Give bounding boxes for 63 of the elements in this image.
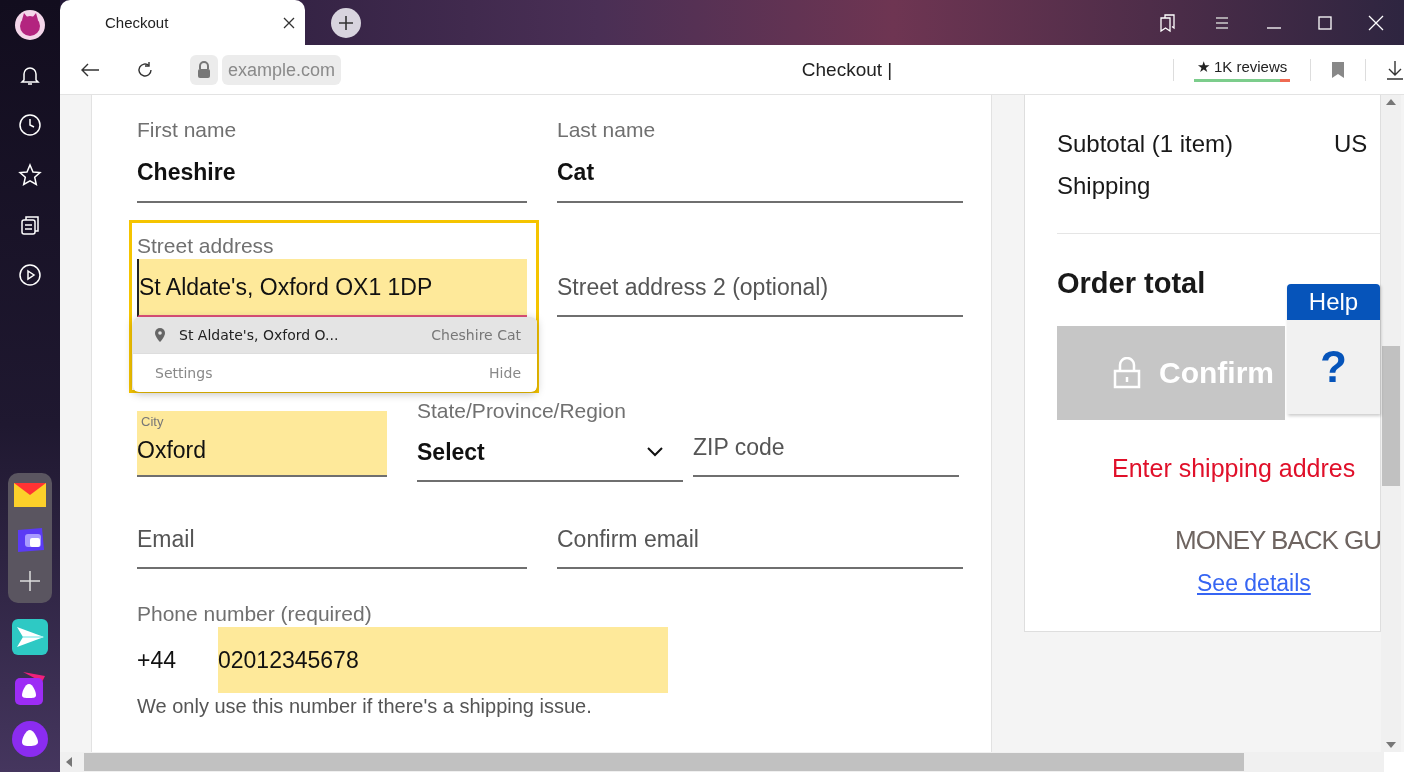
close-icon[interactable] <box>283 16 295 29</box>
history-icon[interactable] <box>18 113 42 137</box>
summary-label: Subtotal (1 item) <box>1057 129 1235 159</box>
settings-link[interactable]: Settings <box>155 365 213 381</box>
summary-value: US <box>1334 129 1369 159</box>
collections-icon[interactable] <box>18 213 42 237</box>
reviews-badge[interactable]: ★ 1K reviews <box>1194 57 1290 82</box>
reviews-label: ★ 1K reviews <box>1196 57 1288 76</box>
hide-link[interactable]: Hide <box>489 365 521 381</box>
guarantee-heading: MONEY BACK GU <box>1174 525 1380 556</box>
send-icon[interactable] <box>12 619 48 655</box>
autofill-suggestion[interactable]: St Aldate's, Oxford O... Cheshire Cat <box>133 317 537 354</box>
lock-icon[interactable] <box>190 54 218 85</box>
street-address-field[interactable]: St Aldate's, Oxford OX1 1DP <box>137 259 527 317</box>
field-hint: We only use this number if there's a shipping issue. <box>137 695 593 718</box>
back-icon[interactable] <box>80 61 100 78</box>
field-label: Phone number (required) <box>137 601 373 627</box>
menu-icon[interactable] <box>1214 15 1230 30</box>
help-icon: ? <box>1320 342 1347 392</box>
field-placeholder: City <box>141 414 164 429</box>
horizontal-scrollbar[interactable] <box>60 752 1384 772</box>
add-icon[interactable] <box>20 571 40 591</box>
country-code: +44 <box>137 646 177 674</box>
scroll-up-icon[interactable] <box>1386 99 1396 105</box>
zip-code-field[interactable]: ZIP code <box>693 419 959 477</box>
first-name-field[interactable]: Cheshire <box>137 143 527 203</box>
reload-icon[interactable] <box>136 60 154 79</box>
avatar-icon[interactable] <box>15 10 45 40</box>
field-label: Street address <box>137 233 275 259</box>
new-tab-icon[interactable] <box>331 7 361 38</box>
confirm-email-field[interactable]: Confirm email <box>557 511 963 569</box>
lock-icon <box>1113 357 1141 389</box>
play-icon[interactable] <box>18 263 42 287</box>
maximize-icon[interactable] <box>1318 15 1332 30</box>
email-field[interactable]: Email <box>137 511 527 569</box>
scroll-down-icon[interactable] <box>1386 742 1396 748</box>
assistant-app-icon[interactable] <box>13 670 47 706</box>
mail-icon[interactable] <box>14 483 46 509</box>
street-address-2-field[interactable]: Street address 2 (optional) <box>557 259 963 317</box>
star-icon[interactable] <box>18 163 42 187</box>
layers-icon[interactable] <box>15 527 45 553</box>
state-select[interactable]: Select <box>417 424 683 482</box>
help-title: Help <box>1287 284 1380 320</box>
phone-field[interactable]: 02012345678 <box>218 627 668 693</box>
field-label: First name <box>137 117 238 143</box>
order-total-label: Order total <box>1057 266 1207 301</box>
scroll-left-icon[interactable] <box>66 757 72 767</box>
summary-label: Shipping <box>1057 171 1152 201</box>
field-label: State/Province/Region <box>417 398 627 424</box>
download-icon[interactable] <box>1386 59 1404 80</box>
bookmark-icon[interactable] <box>1331 60 1345 79</box>
field-label: Last name <box>557 117 657 143</box>
browser-tab[interactable]: Checkout <box>60 0 305 45</box>
chevron-down-icon <box>647 447 663 457</box>
vertical-scrollbar[interactable] <box>1381 95 1401 752</box>
see-details-link[interactable]: See details <box>1197 570 1311 597</box>
location-pin-icon <box>155 328 165 342</box>
scroll-thumb[interactable] <box>1382 346 1400 486</box>
last-name-field[interactable]: Cat <box>557 143 963 203</box>
error-message: Enter shipping addres <box>1111 454 1357 483</box>
assistant-icon[interactable] <box>12 721 48 757</box>
page-title: Checkout | <box>801 58 893 81</box>
bookmarks-icon[interactable] <box>1158 12 1178 33</box>
